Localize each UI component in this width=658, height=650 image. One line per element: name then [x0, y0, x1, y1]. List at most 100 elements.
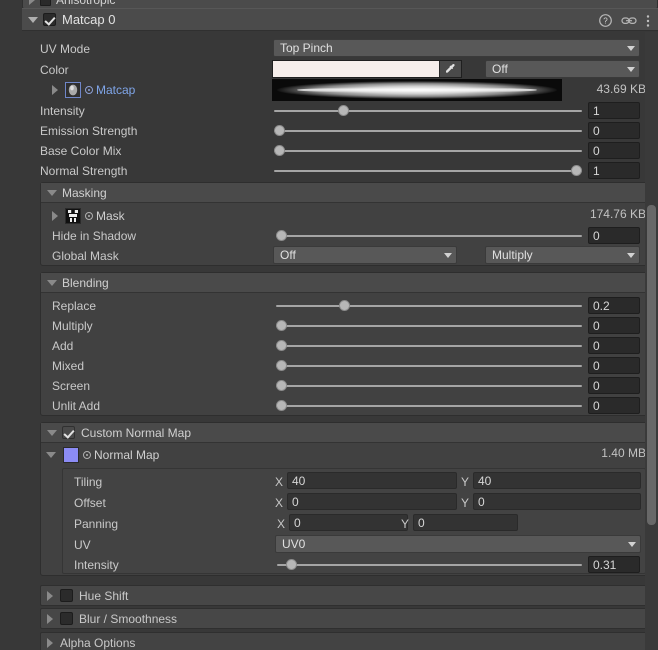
emission-strength-slider[interactable] [274, 121, 582, 141]
blend-replace-value[interactable]: 0.2 [588, 297, 640, 314]
component-header-matcap-0[interactable]: Matcap 0 ? [22, 8, 658, 31]
blend-add-value[interactable]: 0 [588, 337, 640, 354]
slider-knob[interactable] [339, 300, 351, 311]
uv-mode-dropdown[interactable]: Top Pinch [273, 39, 640, 57]
matcap-enabled-checkbox[interactable] [43, 13, 56, 26]
matcap-texture-name[interactable]: Matcap [96, 83, 135, 97]
eyedropper-icon[interactable] [439, 61, 461, 77]
normal-strength-slider[interactable] [274, 161, 582, 181]
chevron-right-icon[interactable] [29, 0, 35, 5]
anisotropic-checkbox[interactable] [40, 0, 51, 6]
masking-group-header[interactable]: Masking [41, 183, 647, 203]
color-mode-dropdown[interactable]: Off [485, 60, 640, 78]
blend-unlit-add-label: Unlit Add [52, 399, 101, 413]
slider-track [276, 325, 582, 327]
slider-knob[interactable] [276, 380, 287, 391]
chevron-down-icon [627, 45, 635, 51]
chevron-right-icon[interactable] [47, 613, 53, 624]
slider-knob[interactable] [274, 145, 285, 156]
global-mask-dropdown[interactable]: Off [273, 246, 457, 264]
normal-map-thumbnail[interactable] [63, 447, 79, 463]
section-hue-shift-header[interactable]: Hue Shift [40, 585, 648, 606]
chevron-right-icon[interactable] [52, 211, 58, 221]
blend-mixed-value[interactable]: 0 [588, 357, 640, 374]
blend-multiply-value[interactable]: 0 [588, 317, 640, 334]
chevron-right-icon[interactable] [47, 590, 53, 601]
chevron-right-icon[interactable] [52, 85, 58, 95]
link-icon[interactable] [621, 14, 637, 27]
section-blur-smoothness-checkbox[interactable] [60, 612, 73, 625]
panning-y-input[interactable]: 0 [413, 514, 518, 531]
custom-normal-map-checkbox[interactable] [62, 426, 75, 439]
help-icon[interactable]: ? [599, 14, 612, 27]
object-picker-icon[interactable] [83, 451, 91, 459]
normal-strength-value[interactable]: 1 [588, 162, 640, 179]
chevron-down-icon[interactable] [28, 16, 38, 23]
slider-knob[interactable] [276, 340, 287, 351]
section-alpha-options-header[interactable]: Alpha Options [40, 632, 648, 650]
normal-intensity-slider[interactable] [277, 555, 582, 575]
matcap-texture-size: 43.69 KB [596, 82, 646, 96]
blending-group-header[interactable]: Blending [41, 273, 647, 293]
chevron-down-icon[interactable] [47, 189, 57, 196]
blend-multiply-slider[interactable] [276, 316, 582, 336]
component-header-icons: ? [599, 9, 650, 32]
normal-map-texture-size: 1.40 MB [601, 446, 646, 460]
blend-mixed-slider[interactable] [276, 356, 582, 376]
uv-dropdown[interactable]: UV0 [275, 535, 641, 553]
intensity-value[interactable]: 1 [588, 102, 640, 119]
blend-screen-value[interactable]: 0 [588, 377, 640, 394]
chevron-down-icon[interactable] [47, 429, 57, 436]
normal-intensity-value[interactable]: 0.31 [588, 556, 640, 573]
blend-replace-slider[interactable] [276, 296, 582, 316]
chevron-down-icon[interactable] [47, 279, 57, 286]
more-menu-icon[interactable] [646, 14, 650, 28]
object-picker-icon[interactable] [85, 86, 93, 94]
base-color-mix-slider[interactable] [274, 141, 582, 161]
slider-knob[interactable] [276, 360, 287, 371]
slider-knob[interactable] [274, 125, 285, 136]
emission-strength-value[interactable]: 0 [588, 122, 640, 139]
tiling-y-input[interactable]: 40 [473, 472, 641, 489]
normal-intensity-label: Intensity [74, 558, 119, 572]
blend-screen-slider[interactable] [276, 376, 582, 396]
color-field[interactable] [272, 60, 462, 78]
slider-knob[interactable] [285, 559, 297, 570]
mask-texture-size: 174.76 KB [589, 207, 646, 221]
matcap-thumbnail[interactable] [65, 82, 81, 98]
global-mask-blend-value: Multiply [492, 248, 533, 262]
offset-y-input[interactable]: 0 [473, 493, 641, 510]
blend-unlit-add-value[interactable]: 0 [588, 397, 640, 414]
chevron-right-icon[interactable] [47, 637, 53, 648]
hide-in-shadow-value[interactable]: 0 [588, 227, 640, 244]
mask-texture-name[interactable]: Mask [96, 209, 125, 223]
color-swatch[interactable] [273, 61, 439, 77]
slider-knob[interactable] [276, 230, 287, 241]
global-mask-blend-dropdown[interactable]: Multiply [485, 246, 640, 264]
custom-normal-map-header[interactable]: Custom Normal Map [41, 423, 647, 443]
chevron-down-icon[interactable] [46, 452, 56, 458]
tiling-x-input[interactable]: 40 [287, 472, 457, 489]
object-picker-icon[interactable] [85, 212, 93, 220]
panning-x-input[interactable]: 0 [289, 514, 408, 531]
intensity-slider[interactable] [274, 101, 582, 121]
mask-texture-row[interactable]: Mask [52, 206, 125, 226]
slider-knob[interactable] [571, 165, 582, 176]
offset-x-input[interactable]: 0 [287, 493, 457, 510]
vertical-scrollbar-track[interactable] [645, 32, 658, 650]
blend-unlit-add-slider[interactable] [276, 396, 582, 416]
slider-knob[interactable] [337, 105, 349, 116]
slider-track [277, 564, 582, 566]
section-hue-shift-checkbox[interactable] [60, 589, 73, 602]
slider-knob[interactable] [276, 400, 287, 411]
normal-map-texture-row[interactable]: Normal Map [46, 445, 159, 465]
mask-thumbnail[interactable] [65, 208, 81, 224]
slider-knob[interactable] [276, 320, 287, 331]
blend-add-slider[interactable] [276, 336, 582, 356]
section-blur-smoothness-header[interactable]: Blur / Smoothness [40, 608, 648, 629]
matcap-texture-row[interactable]: Matcap [52, 80, 135, 100]
normal-map-texture-name[interactable]: Normal Map [94, 448, 159, 462]
hide-in-shadow-slider[interactable] [276, 226, 582, 246]
vertical-scrollbar-thumb[interactable] [647, 205, 656, 525]
base-color-mix-value[interactable]: 0 [588, 142, 640, 159]
